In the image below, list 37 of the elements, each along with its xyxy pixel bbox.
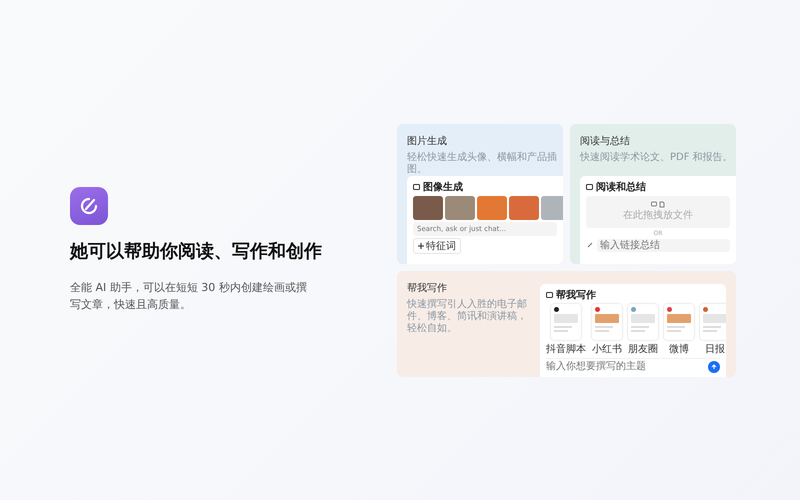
template-tab[interactable]: 微博: [669, 342, 689, 356]
panel-icon: [586, 184, 593, 190]
hero-description: 全能 AI 助手，可以在短短 30 秒内创建绘画或撰写文章，快速且高质量。: [70, 280, 308, 313]
panel-icon: [546, 292, 553, 298]
photo-placeholder[interactable]: [413, 196, 443, 220]
card-subtitle: 快速阅读学术论文、PDF 和报告。: [580, 152, 734, 164]
template-thumbnail[interactable]: [628, 304, 658, 340]
photo-placeholder[interactable]: [509, 196, 539, 220]
card-subtitle: 轻松快速生成头像、横幅和产品插图。: [407, 152, 558, 176]
template-thumbnail[interactable]: [592, 304, 622, 340]
plus-icon: [418, 242, 424, 248]
panel-icon: [413, 184, 420, 190]
template-tab[interactable]: 抖音脚本: [546, 342, 586, 356]
link-icon: [586, 241, 594, 249]
photo-placeholder[interactable]: [477, 196, 507, 220]
up-arrow-icon: [711, 364, 717, 370]
link-field[interactable]: 输入链接总结: [597, 238, 730, 252]
template-tab[interactable]: 日报: [705, 342, 725, 356]
card-subtitle: 快速撰写引人入胜的电子邮件、博客、简讯和演讲稿，轻松自如。: [407, 298, 528, 334]
drop-hint: 在此拖拽放文件: [623, 208, 693, 222]
template-tab[interactable]: 小红书: [592, 342, 622, 356]
app-logo: [70, 187, 108, 225]
keyword-button[interactable]: 特征词: [413, 238, 461, 254]
hero-title: 她可以帮助你阅读、写作和创作: [70, 240, 323, 263]
template-thumbnail[interactable]: [551, 304, 581, 340]
photo-placeholder[interactable]: [445, 196, 475, 220]
card-title: 阅读与总结: [580, 134, 631, 148]
card-title: 帮我写作: [407, 282, 448, 294]
panel-title: 图像生成: [423, 180, 463, 194]
template-tab[interactable]: 朋友圈: [628, 342, 658, 356]
template-thumbnail[interactable]: [664, 304, 694, 340]
template-thumbnail[interactable]: [700, 304, 726, 340]
send-button[interactable]: [708, 360, 720, 372]
panel-title: 帮我写作: [556, 288, 596, 302]
panel-title: 阅读和总结: [596, 180, 646, 194]
file-icon: [651, 201, 665, 208]
card-title: 图片生成: [407, 134, 448, 148]
